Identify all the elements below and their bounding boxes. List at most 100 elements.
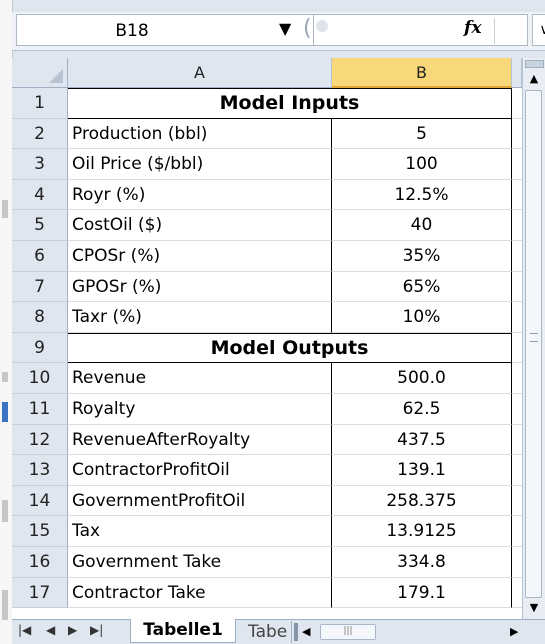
label-cell[interactable]: Revenue	[68, 363, 332, 394]
scroll-right-icon[interactable]: ▶	[510, 622, 518, 642]
row-header[interactable]: 16	[12, 546, 68, 578]
row-header[interactable]: 7	[12, 271, 68, 303]
value-cell[interactable]: 258.375	[332, 485, 512, 517]
empty-cell[interactable]	[512, 425, 522, 456]
scroll-left-icon[interactable]: ◀	[302, 622, 310, 642]
value-cell[interactable]: 100	[332, 149, 512, 180]
empty-cell[interactable]	[512, 547, 522, 578]
label-cell[interactable]: ContractorProfitOil	[68, 455, 332, 486]
select-all-button[interactable]	[12, 58, 68, 88]
row-header[interactable]: 2	[12, 118, 68, 150]
name-box[interactable]: B18 ▼ (	[16, 14, 314, 46]
value-cell[interactable]: 500.0	[332, 363, 512, 394]
chevron-down-icon[interactable]: ▼	[279, 19, 291, 38]
label-cell[interactable]: RevenueAfterRoyalty	[68, 424, 332, 456]
row-header[interactable]: 13	[12, 455, 68, 486]
scroll-down-icon[interactable]: ▼	[523, 599, 545, 617]
empty-cell[interactable]	[512, 88, 522, 119]
value-cell[interactable]: 10%	[332, 302, 512, 333]
label-cell[interactable]: Oil Price ($/bbl)	[68, 149, 332, 180]
table-row: 13 ContractorProfitOil 139.1	[12, 455, 522, 486]
cancel-icon[interactable]	[316, 20, 328, 32]
label-cell[interactable]: Contractor Take	[68, 577, 332, 609]
value-cell[interactable]: 65%	[332, 271, 512, 303]
table-row: 17 Contractor Take 179.1	[12, 577, 522, 609]
insert-function-icon[interactable]: fx	[464, 18, 481, 38]
empty-cell[interactable]	[512, 119, 522, 150]
split-handle[interactable]	[525, 60, 544, 68]
vertical-scroll-thumb[interactable]	[525, 90, 542, 598]
spreadsheet-grid[interactable]: A B 1 Model Inputs 2 Production (bbl) 5 3 Oil …	[12, 58, 522, 619]
empty-cell[interactable]	[512, 241, 522, 272]
table-row: 8 Taxr (%) 10%	[12, 302, 522, 333]
label-cell[interactable]: Tax	[68, 516, 332, 547]
value-cell[interactable]: 5	[332, 118, 512, 150]
label-cell[interactable]: Royalty	[68, 393, 332, 425]
value-cell[interactable]: 12.5%	[332, 179, 512, 211]
row-header[interactable]: 15	[12, 516, 68, 547]
value-cell[interactable]: 13.9125	[332, 516, 512, 547]
last-sheet-icon[interactable]: ▶|	[90, 623, 103, 637]
row-header[interactable]: 5	[12, 210, 68, 241]
tab-split-handle[interactable]	[294, 623, 298, 641]
sheet-tab-tabelle2[interactable]: Tabe	[240, 621, 292, 643]
label-cell[interactable]: CPOSr (%)	[68, 240, 332, 272]
row-header[interactable]: 8	[12, 302, 68, 333]
column-header-a[interactable]: A	[68, 58, 332, 88]
value-cell[interactable]: 62.5	[332, 393, 512, 425]
column-header-b[interactable]: B	[332, 58, 512, 88]
empty-cell[interactable]	[512, 272, 522, 303]
value-cell[interactable]: 40	[332, 210, 512, 241]
table-row: 15 Tax 13.9125	[12, 516, 522, 547]
sheet-tab-tabelle1[interactable]: Tabelle1	[130, 619, 236, 643]
next-sheet-icon[interactable]: ▶	[68, 623, 77, 637]
section-header-cell[interactable]: Model Outputs	[68, 332, 512, 364]
row-header[interactable]: 11	[12, 393, 68, 425]
select-all-triangle-icon	[49, 69, 63, 83]
row-header[interactable]: 6	[12, 240, 68, 272]
empty-cell[interactable]	[512, 578, 522, 609]
scroll-up-icon[interactable]: ▲	[523, 70, 545, 88]
empty-cell[interactable]	[512, 210, 522, 241]
prev-sheet-icon[interactable]: ◀	[46, 623, 55, 637]
table-row: 9 Model Outputs	[12, 332, 522, 364]
row-header[interactable]: 1	[12, 88, 68, 119]
row-header[interactable]: 10	[12, 363, 68, 394]
label-cell[interactable]: Royr (%)	[68, 179, 332, 211]
table-row: 14 GovernmentProfitOil 258.375	[12, 485, 522, 517]
empty-cell[interactable]	[512, 333, 522, 364]
empty-cell[interactable]	[512, 180, 522, 211]
value-cell[interactable]: 35%	[332, 240, 512, 272]
label-cell[interactable]: CostOil ($)	[68, 210, 332, 241]
value-cell[interactable]: 179.1	[332, 577, 512, 609]
empty-cell[interactable]	[512, 516, 522, 547]
empty-cell[interactable]	[512, 394, 522, 425]
vertical-scrollbar[interactable]: ▲ ▼	[522, 58, 545, 619]
empty-cell[interactable]	[512, 455, 522, 486]
expand-formula-bar-button[interactable]: ∨	[532, 14, 545, 46]
first-sheet-icon[interactable]: |◀	[18, 623, 31, 637]
label-cell[interactable]: Production (bbl)	[68, 118, 332, 150]
section-header-cell[interactable]: Model Inputs	[68, 88, 512, 119]
label-cell[interactable]: GPOSr (%)	[68, 271, 332, 303]
label-cell[interactable]: GovernmentProfitOil	[68, 485, 332, 517]
formula-input-area[interactable]: fx	[314, 14, 528, 46]
value-cell[interactable]: 139.1	[332, 455, 512, 486]
empty-cell[interactable]	[512, 302, 522, 333]
horizontal-scroll-thumb[interactable]: |||	[320, 624, 376, 640]
label-cell[interactable]: Taxr (%)	[68, 302, 332, 333]
horizontal-scrollbar[interactable]: ◀ ||| ▶	[302, 622, 528, 642]
label-cell[interactable]: Government Take	[68, 546, 332, 578]
row-header[interactable]: 9	[12, 332, 68, 364]
column-header-c[interactable]	[512, 58, 522, 88]
row-header[interactable]: 3	[12, 149, 68, 180]
value-cell[interactable]: 437.5	[332, 424, 512, 456]
value-cell[interactable]: 334.8	[332, 546, 512, 578]
empty-cell[interactable]	[512, 149, 522, 180]
row-header[interactable]: 17	[12, 577, 68, 609]
row-header[interactable]: 12	[12, 424, 68, 456]
row-header[interactable]: 14	[12, 485, 68, 517]
empty-cell[interactable]	[512, 363, 522, 394]
row-header[interactable]: 4	[12, 179, 68, 211]
empty-cell[interactable]	[512, 486, 522, 517]
